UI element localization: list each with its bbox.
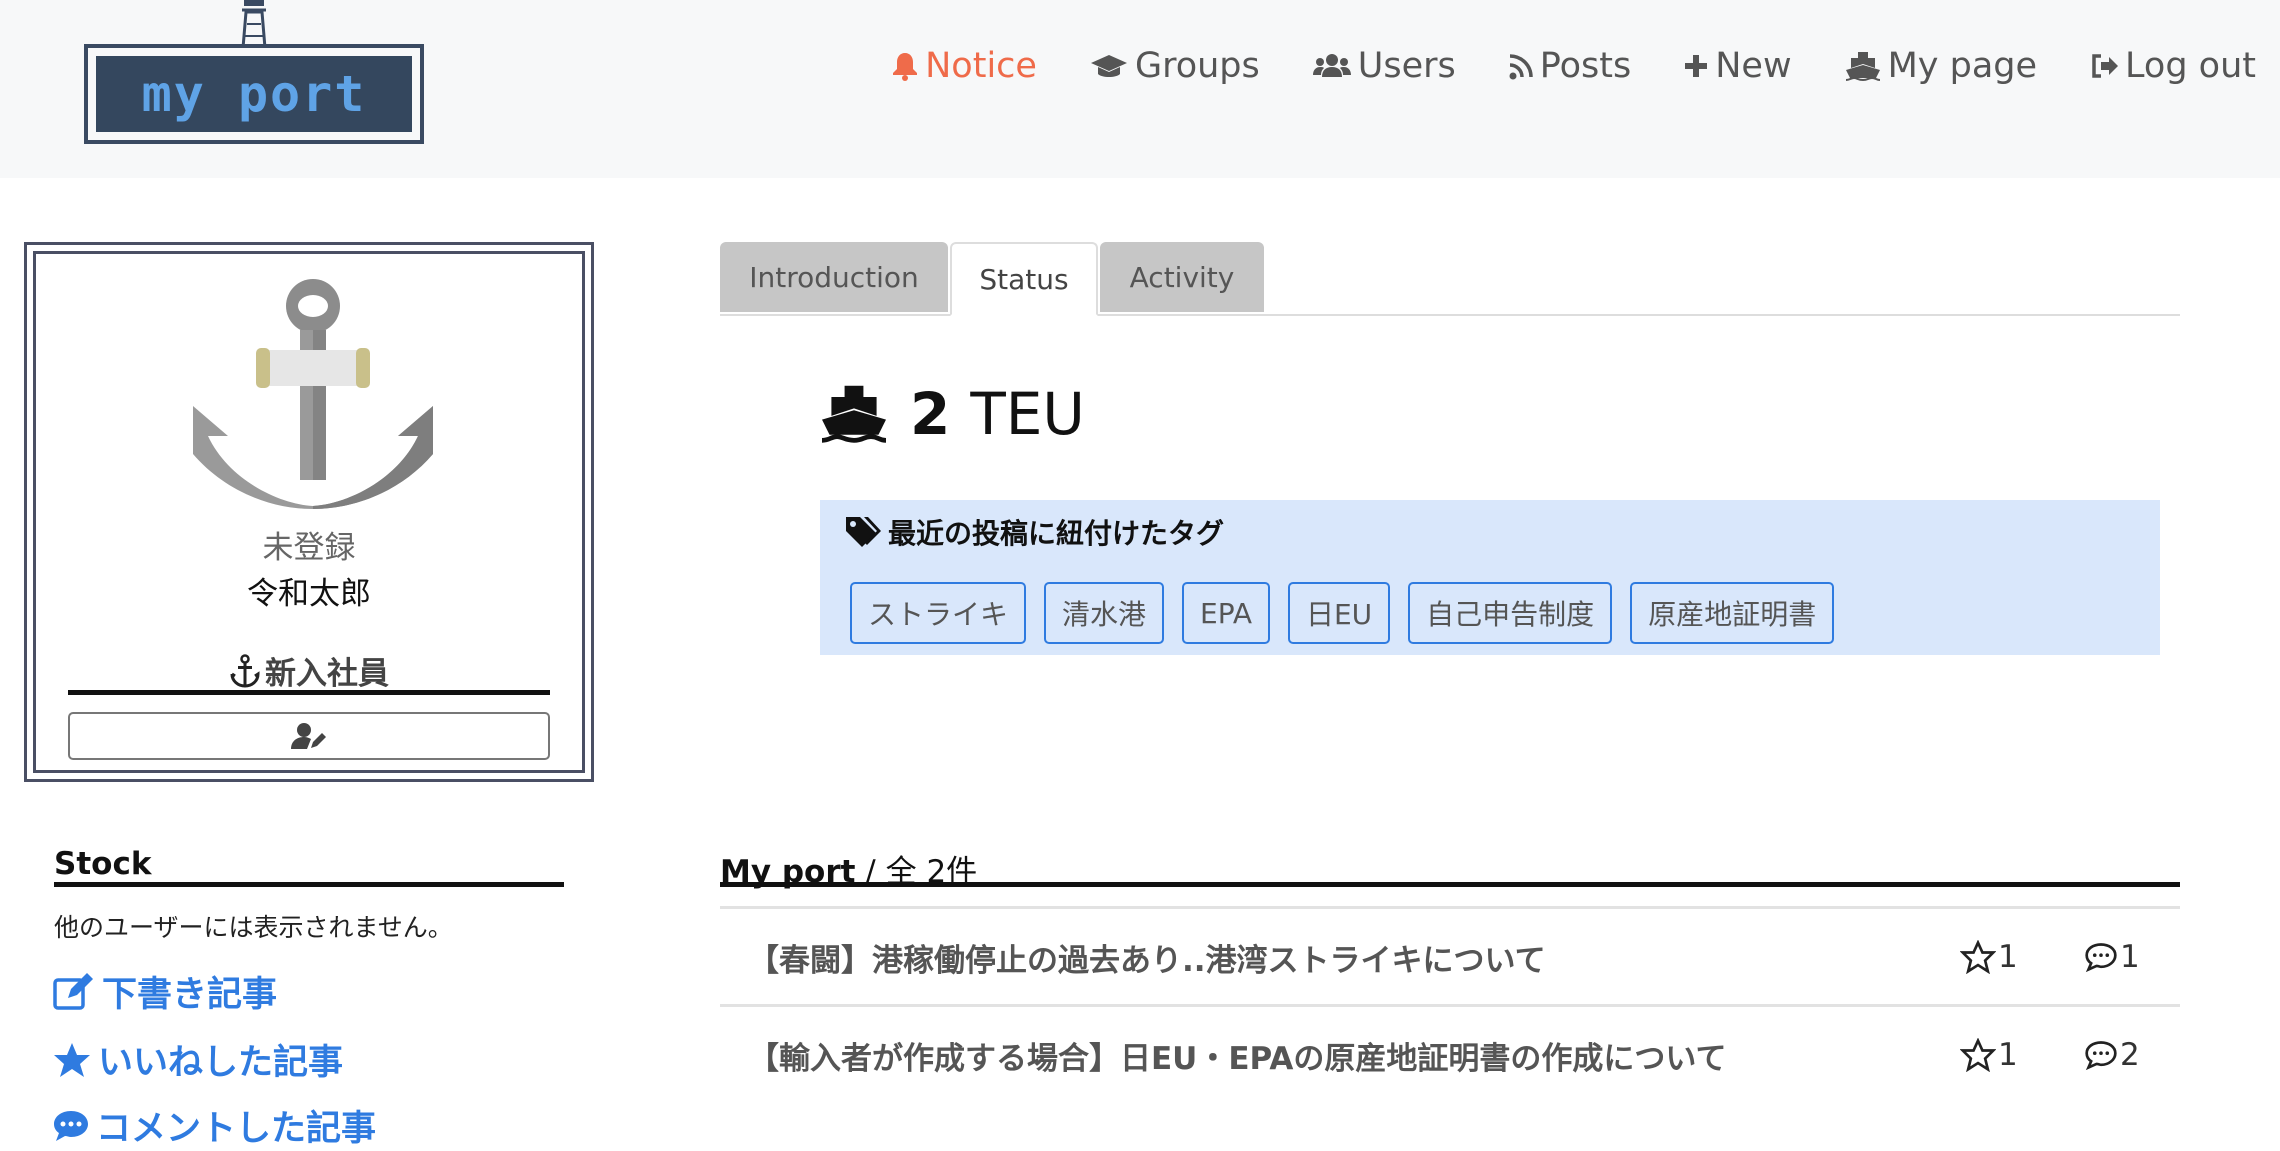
star-icon (54, 1042, 90, 1077)
profile-tabs: Introduction Status Activity (720, 242, 2180, 316)
liked-posts-link[interactable]: いいねした記事 (52, 1034, 343, 1085)
divider (720, 882, 2180, 887)
ship-icon (1845, 52, 1880, 82)
sign-out-icon (2092, 54, 2119, 78)
graduation-cap-icon (1090, 55, 1127, 77)
teu-unit: TEU (970, 380, 1085, 448)
tag-chip[interactable]: 日EU (1287, 582, 1391, 644)
tag-chip[interactable]: EPA (1182, 582, 1270, 644)
users-icon (1312, 54, 1351, 77)
divider (68, 690, 550, 695)
tags-icon (846, 517, 881, 547)
user-edit-icon (291, 723, 326, 749)
comment-outline-icon (2085, 943, 2117, 973)
edit-profile-button[interactable] (68, 712, 550, 760)
tag-list: ストライキ 清水港 EPA 日EU 自己申告制度 原産地証明書 (850, 582, 1835, 644)
ship-icon (821, 385, 887, 443)
comment-count[interactable]: 1 (2084, 909, 2140, 1005)
nav-groups[interactable]: Groups (1089, 46, 1260, 86)
top-header: my port Notice Groups Users Posts New My… (0, 0, 2280, 178)
post-title-link[interactable]: 【輸入者が作成する場合】日EU・EPAの原産地証明書の作成について (748, 1007, 1726, 1103)
tab-activity[interactable]: Activity (1100, 242, 1264, 312)
post-title-link[interactable]: 【春闘】港稼働停止の過去あり..港湾ストライキについて (748, 909, 1546, 1005)
nav-notice[interactable]: Notice (891, 46, 1037, 86)
divider (54, 882, 564, 887)
bell-icon (893, 53, 918, 81)
teu-value: 2 (910, 380, 951, 448)
comment-outline-icon (2085, 1041, 2117, 1071)
star-outline-icon (1960, 940, 1996, 974)
user-role: 新入社員 (36, 648, 582, 693)
list-item: 【春闘】港稼働停止の過去あり..港湾ストライキについて 1 1 (720, 906, 2180, 1005)
like-count[interactable]: 1 (1960, 1007, 2018, 1103)
logo-text: my port (141, 65, 367, 123)
role-label: 新入社員 (265, 656, 389, 692)
site-logo[interactable]: my port (84, 0, 424, 150)
nav-posts[interactable]: Posts (1508, 46, 1631, 86)
profile-card: 未登録 令和太郎 新入社員 (24, 242, 594, 782)
plus-icon (1685, 55, 1708, 77)
nav-users[interactable]: Users (1312, 46, 1456, 86)
tab-introduction[interactable]: Introduction (720, 242, 948, 312)
nav-logout[interactable]: Log out (2089, 46, 2256, 86)
stock-title: Stock (54, 846, 152, 882)
drafts-link[interactable]: 下書き記事 (52, 966, 277, 1017)
list-item: 【輸入者が作成する場合】日EU・EPAの原産地証明書の作成について 1 2 (720, 1004, 2180, 1103)
commented-posts-link[interactable]: コメントした記事 (52, 1100, 376, 1151)
comment-count[interactable]: 2 (2084, 1007, 2140, 1103)
like-count[interactable]: 1 (1960, 909, 2018, 1005)
anchor-avatar (193, 279, 433, 509)
nav-my-page[interactable]: My page (1844, 46, 2037, 86)
recent-tags-title: 最近の投稿に紐付けたタグ (844, 512, 1224, 552)
stock-note: 他のユーザーには表示されません。 (54, 913, 453, 942)
tag-chip[interactable]: 自己申告制度 (1408, 582, 1613, 644)
registration-status: 未登録 (262, 530, 356, 566)
nav-new[interactable]: New (1683, 46, 1792, 86)
lighthouse-icon (241, 0, 267, 48)
recent-tags-panel: 最近の投稿に紐付けたタグ ストライキ 清水港 EPA 日EU 自己申告制度 原産… (820, 500, 2160, 655)
comment-icon (54, 1110, 88, 1141)
tab-status[interactable]: Status (950, 242, 1098, 316)
teu-display: 2 TEU (818, 380, 1085, 448)
anchor-icon (230, 653, 260, 688)
edit-icon (53, 972, 93, 1010)
tag-chip[interactable]: ストライキ (850, 582, 1027, 644)
tag-chip[interactable]: 清水港 (1044, 582, 1165, 644)
main-nav: Notice Groups Users Posts New My page Lo… (891, 46, 2256, 86)
star-outline-icon (1960, 1038, 1996, 1072)
rss-icon (1509, 54, 1533, 80)
user-name: 令和太郎 (247, 576, 371, 612)
tag-chip[interactable]: 原産地証明書 (1630, 582, 1835, 644)
